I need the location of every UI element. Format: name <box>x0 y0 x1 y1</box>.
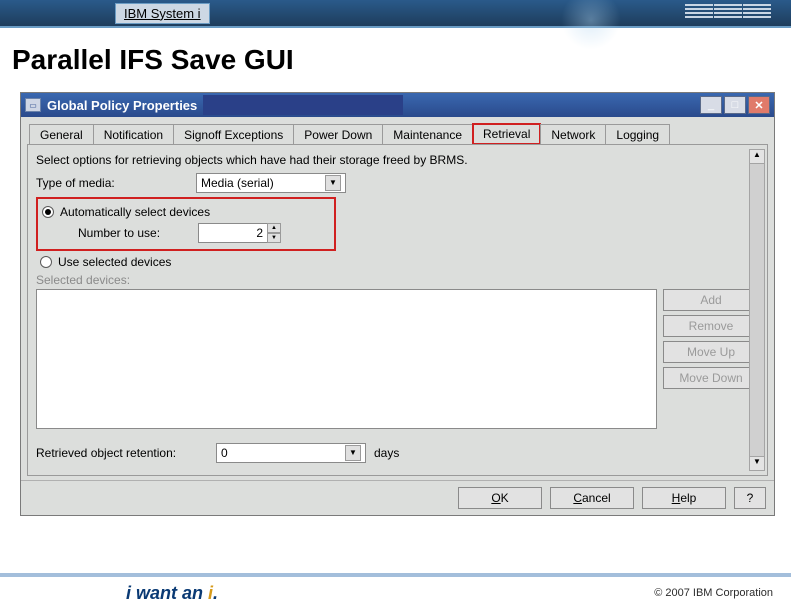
close-button[interactable]: ✕ <box>748 96 770 114</box>
retention-label: Retrieved object retention: <box>36 446 216 460</box>
retention-row: Retrieved object retention: 0 ▼ days <box>36 443 759 463</box>
minimize-button[interactable]: _ <box>700 96 722 114</box>
dialog-title: Global Policy Properties <box>47 98 197 113</box>
chevron-down-icon[interactable]: ▼ <box>345 445 361 461</box>
tabs-row: General Notification Signoff Exceptions … <box>27 123 768 145</box>
move-up-button[interactable]: Move Up <box>663 341 759 363</box>
maximize-button[interactable]: □ <box>724 96 746 114</box>
tab-network[interactable]: Network <box>540 124 606 145</box>
scroll-up-icon[interactable]: ▲ <box>750 150 764 164</box>
highlight-auto-select: Automatically select devices Number to u… <box>36 197 336 251</box>
use-selected-row[interactable]: Use selected devices <box>40 255 759 269</box>
retention-units: days <box>374 446 399 460</box>
number-to-use-row: Number to use: 2 ▲ ▼ <box>42 223 330 243</box>
slide-footer: i want an i. © 2007 IBM Corporation <box>0 573 791 609</box>
selected-devices-label: Selected devices: <box>36 273 759 287</box>
tab-maintenance[interactable]: Maintenance <box>382 124 473 145</box>
tab-content: ▲ ▼ Select options for retrieving object… <box>27 144 768 476</box>
help-button[interactable]: Help <box>642 487 726 509</box>
use-selected-label: Use selected devices <box>58 255 171 269</box>
type-of-media-row: Type of media: Media (serial) ▼ <box>36 173 759 193</box>
devices-area: Add Remove Move Up Move Down <box>36 289 759 429</box>
retention-input[interactable]: 0 ▼ <box>216 443 366 463</box>
dialog-button-row: OK Cancel Help ? <box>21 480 774 515</box>
radio-auto-select[interactable] <box>42 206 54 218</box>
number-to-use-label: Number to use: <box>78 226 198 240</box>
tab-logging[interactable]: Logging <box>605 124 670 145</box>
cancel-button[interactable]: Cancel <box>550 487 634 509</box>
device-buttons: Add Remove Move Up Move Down <box>663 289 759 429</box>
instruction-text: Select options for retrieving objects wh… <box>36 153 759 167</box>
radio-use-selected[interactable] <box>40 256 52 268</box>
auto-select-row[interactable]: Automatically select devices <box>42 205 330 219</box>
auto-select-label: Automatically select devices <box>60 205 210 219</box>
number-to-use-input[interactable]: 2 <box>198 223 268 243</box>
type-of-media-label: Type of media: <box>36 176 196 190</box>
global-policy-dialog: ▭ Global Policy Properties _ □ ✕ General… <box>20 92 775 516</box>
title-mask <box>203 95 403 115</box>
remove-button[interactable]: Remove <box>663 315 759 337</box>
move-down-button[interactable]: Move Down <box>663 367 759 389</box>
tab-notification[interactable]: Notification <box>93 124 174 145</box>
retention-value: 0 <box>221 446 228 460</box>
system-menu-icon[interactable]: ▭ <box>25 98 41 112</box>
vertical-scrollbar[interactable]: ▲ ▼ <box>749 149 765 471</box>
tab-retrieval[interactable]: Retrieval <box>472 123 541 145</box>
dialog-body: General Notification Signoff Exceptions … <box>21 117 774 480</box>
tab-power-down[interactable]: Power Down <box>293 124 383 145</box>
tagline: i want an i. <box>126 583 218 604</box>
ok-button[interactable]: OK <box>458 487 542 509</box>
chevron-down-icon[interactable]: ▼ <box>325 175 341 191</box>
ibm-logo <box>685 4 771 20</box>
type-of-media-combo[interactable]: Media (serial) ▼ <box>196 173 346 193</box>
slide-title: Parallel IFS Save GUI <box>0 28 791 86</box>
product-label: IBM System i <box>115 3 210 24</box>
spin-down-icon[interactable]: ▼ <box>267 233 281 243</box>
number-spinner[interactable]: ▲ ▼ <box>267 223 281 243</box>
copyright: © 2007 IBM Corporation <box>654 587 773 599</box>
scroll-down-icon[interactable]: ▼ <box>750 456 764 470</box>
add-button[interactable]: Add <box>663 289 759 311</box>
spin-up-icon[interactable]: ▲ <box>267 223 281 233</box>
context-help-button[interactable]: ? <box>734 487 766 509</box>
tab-general[interactable]: General <box>29 124 94 145</box>
selected-devices-listbox[interactable] <box>36 289 657 429</box>
titlebar: ▭ Global Policy Properties _ □ ✕ <box>21 93 774 117</box>
top-header: IBM System i <box>0 0 791 28</box>
type-of-media-value: Media (serial) <box>201 176 274 190</box>
tab-signoff-exceptions[interactable]: Signoff Exceptions <box>173 124 294 145</box>
